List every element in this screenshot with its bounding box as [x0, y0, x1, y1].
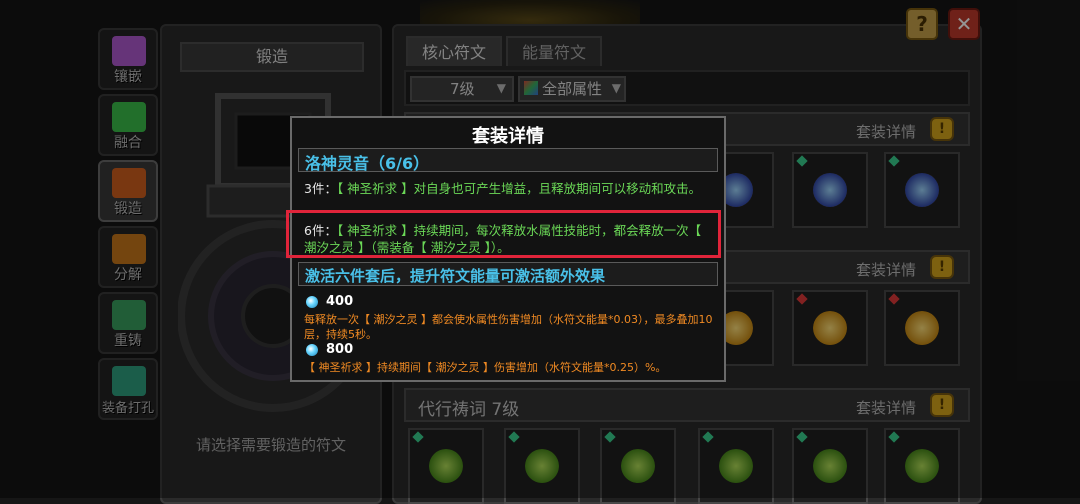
set-name-bar: 洛神灵音（6/6）: [298, 148, 718, 173]
popup-title: 套装详情: [472, 126, 544, 147]
set-bonus-3-prefix: 3件：: [304, 181, 337, 196]
energy-tier-desc: 【 神圣祈求 】持续期间【 潮汐之灵 】伤害增加（水符文能量*0.25）%。: [304, 361, 667, 374]
set-bonus-3-text: 【 神圣祈求 】对自身也可产生增益，且释放期间可以移动和攻击。: [336, 181, 702, 196]
highlight-box: [286, 210, 721, 258]
energy-tier-desc: 每释放一次【 潮汐之灵 】都会使水属性伤害增加（水符文能量*0.03），最多叠加…: [304, 313, 713, 341]
set-bonus-3: 3件：【 神圣祈求 】对自身也可产生增益，且释放期间可以移动和攻击。: [304, 180, 714, 197]
energy-tier-value: 800: [326, 342, 354, 357]
energy-gem-icon: [306, 296, 318, 308]
energy-tier-value: 400: [326, 294, 354, 309]
energy-gem-icon: [306, 344, 318, 356]
activate-bar: 激活六件套后，提升符文能量可激活额外效果: [298, 262, 718, 286]
set-name: 洛神灵音（6/6）: [305, 154, 430, 173]
activate-title: 激活六件套后，提升符文能量可激活额外效果: [305, 267, 606, 285]
